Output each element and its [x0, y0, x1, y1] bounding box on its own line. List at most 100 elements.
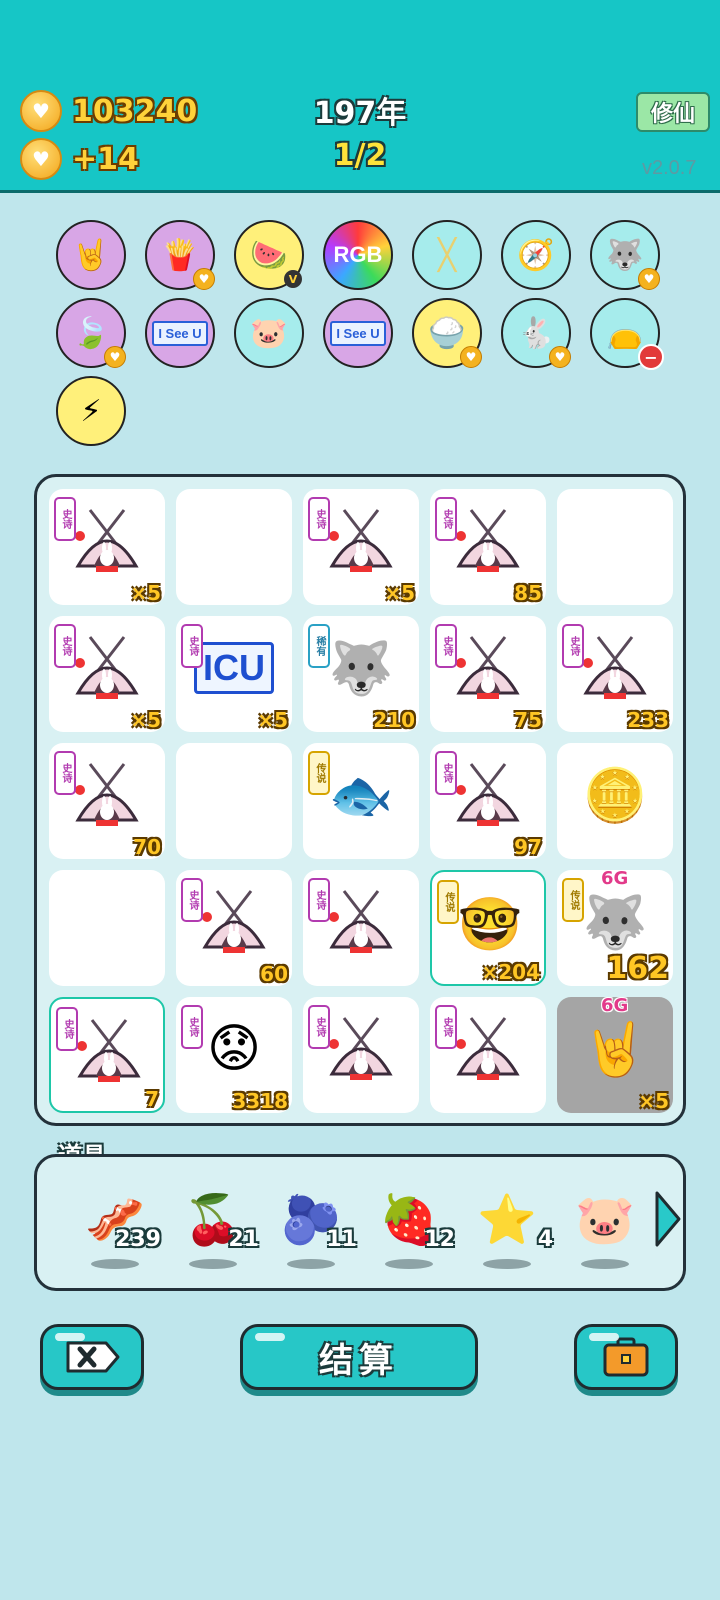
grid-cell[interactable]: 🐟 传说: [303, 743, 419, 859]
chopsticks-icon[interactable]: ╳: [412, 220, 482, 290]
grid-cell[interactable]: ICU 史诗 ×5: [176, 616, 292, 732]
item-quantity: 11: [326, 1227, 357, 1252]
rarity-tag: 史诗: [435, 1005, 457, 1049]
tent-svg: [75, 636, 139, 699]
rarity-tag: 史诗: [308, 497, 330, 541]
item-shadow: [483, 1259, 531, 1269]
rabbit-tent-icon: [450, 757, 526, 833]
rabbit-tent-icon: [323, 884, 399, 960]
grid-cell[interactable]: 史诗 7: [49, 997, 165, 1113]
rarity-tag: 传说: [437, 880, 459, 924]
page-indicator: 1/2: [333, 138, 387, 173]
rabbit-tent-icon: [69, 757, 145, 833]
bag-button[interactable]: [574, 1324, 678, 1390]
grid-cell[interactable]: 😟 史诗 3318: [176, 997, 292, 1113]
grid-cell[interactable]: 🐺 稀有 210: [303, 616, 419, 732]
buff-glyph: 🐇: [517, 315, 555, 351]
rarity-tag: 史诗: [435, 624, 457, 668]
grid-cell[interactable]: 🤘 6G ×5: [557, 997, 673, 1113]
item-slot[interactable]: 🥓 239: [73, 1187, 163, 1277]
grid-cell[interactable]: 🐺 传说 6G 162: [557, 870, 673, 986]
item-count: ×5: [130, 581, 161, 605]
buff-glyph: 👝: [606, 315, 644, 351]
tent-svg: [75, 763, 139, 826]
coin-pile-icon: 🪙: [582, 765, 648, 826]
buff-glyph: 🍚: [428, 315, 466, 351]
buff-glyph: 🧭: [517, 237, 555, 273]
heart-badge-icon: ♥: [549, 346, 571, 368]
grid-cell[interactable]: 史诗 233: [557, 616, 673, 732]
i-see-u-label: I See U: [152, 320, 208, 346]
rarity-tag: 史诗: [308, 878, 330, 922]
item-count: ×5: [638, 1089, 669, 1113]
scroll-right-arrow[interactable]: [653, 1189, 683, 1249]
rice-bowl-icon[interactable]: 🍚 ♥: [412, 298, 482, 368]
rabbit-tent-icon: [71, 1013, 147, 1089]
sack-icon[interactable]: 👝 −: [590, 298, 664, 370]
remove-badge-icon[interactable]: −: [638, 344, 664, 370]
tent-svg: [77, 1019, 141, 1082]
compass-icon[interactable]: 🧭: [501, 220, 571, 290]
grid-cell[interactable]: 史诗 97: [430, 743, 546, 859]
leaf-icon[interactable]: 🍃 ♥: [56, 298, 126, 368]
rabbit-tent-icon: [577, 630, 653, 706]
item-slot[interactable]: 🐷: [563, 1187, 653, 1277]
grid-cell[interactable]: 🪙: [557, 743, 673, 859]
tent-svg: [583, 636, 647, 699]
empty-slot[interactable]: [176, 743, 292, 859]
exit-button[interactable]: [40, 1324, 144, 1390]
settle-button[interactable]: 结算: [240, 1324, 478, 1390]
grid-cell[interactable]: 史诗 75: [430, 616, 546, 732]
husky-icon: 🐺: [328, 638, 394, 699]
rock-hand-icon: 🤘: [582, 1019, 648, 1080]
fruit-bowl-icon[interactable]: 🍉 V: [234, 220, 304, 290]
lightning-icon[interactable]: ⚡: [56, 376, 126, 446]
icu-sign-icon: ICU: [194, 630, 274, 706]
grid-cell[interactable]: 史诗 ×5: [303, 489, 419, 605]
item-count: 7: [145, 1087, 159, 1111]
icu-label: ICU: [194, 642, 274, 694]
grid-cell[interactable]: 史诗 85: [430, 489, 546, 605]
grid-cell[interactable]: 史诗: [303, 997, 419, 1113]
item-count: 85: [514, 581, 542, 605]
income-amount: +14: [72, 141, 139, 177]
husky-icon[interactable]: 🐺 ♥: [590, 220, 660, 290]
gloss: [55, 1333, 85, 1341]
rarity-tag: 史诗: [56, 1007, 78, 1051]
gloss: [255, 1333, 285, 1341]
rarity-tag: 史诗: [435, 751, 457, 795]
empty-slot[interactable]: [557, 489, 673, 605]
rabbit-icon[interactable]: 🐇 ♥: [501, 298, 571, 368]
grid-cell[interactable]: 🤓 传说 ×204: [430, 870, 546, 986]
buff-glyph: ⚡: [80, 393, 102, 429]
buff-glyph: 🍉: [250, 237, 288, 273]
item-slot[interactable]: 🍒 21: [171, 1187, 261, 1277]
rock-hand-icon[interactable]: 🤘: [56, 220, 126, 290]
item-slot[interactable]: 🫐 11: [269, 1187, 359, 1277]
grid-cell[interactable]: 史诗 ×5: [49, 616, 165, 732]
grid-cell[interactable]: 史诗: [430, 997, 546, 1113]
item-slot[interactable]: 🍓 12: [367, 1187, 457, 1277]
tent-svg: [329, 509, 393, 572]
item-count: 3318: [232, 1089, 288, 1113]
item-count: ×204: [481, 960, 540, 984]
i-see-u-icon[interactable]: I See U: [323, 298, 393, 368]
rgb-icon[interactable]: RGB: [323, 220, 393, 290]
item-slot[interactable]: ⭐ 4: [465, 1187, 555, 1277]
version-label: v2.0.7: [642, 157, 697, 179]
grid-cell[interactable]: 史诗: [303, 870, 419, 986]
cultivate-button[interactable]: 修仙: [636, 92, 710, 132]
item-count: 210: [373, 708, 415, 732]
heart-badge-icon: ♥: [193, 268, 215, 290]
empty-slot[interactable]: [49, 870, 165, 986]
i-see-u-icon[interactable]: I See U: [145, 298, 215, 368]
empty-slot[interactable]: [176, 489, 292, 605]
grid-cell[interactable]: 史诗 ×5: [49, 489, 165, 605]
piggy-bank-icon[interactable]: 🐷: [234, 298, 304, 368]
grid-cell[interactable]: 史诗 70: [49, 743, 165, 859]
fries-icon[interactable]: 🍟 ♥: [145, 220, 215, 290]
crowned-man-icon: 😟: [206, 1019, 262, 1079]
rarity-tag: 传说: [562, 878, 584, 922]
grid-cell[interactable]: 史诗 60: [176, 870, 292, 986]
rabbit-tent-icon: [196, 884, 272, 960]
